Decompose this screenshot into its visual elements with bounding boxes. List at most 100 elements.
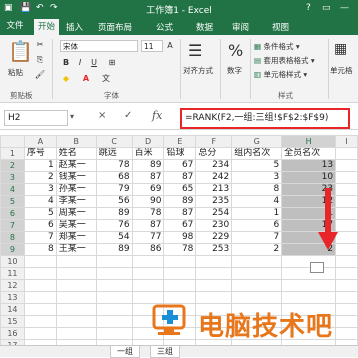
cell[interactable]: [335, 243, 358, 256]
tab-insert[interactable]: 插入: [66, 21, 83, 33]
cell[interactable]: [95, 327, 133, 340]
formula-input[interactable]: =RANK(F2,一组:三组!$F$2:$F$9): [180, 108, 350, 129]
font-color-icon[interactable]: A: [80, 73, 92, 85]
tab-formulas[interactable]: 公式: [156, 21, 173, 33]
cell[interactable]: [335, 231, 358, 244]
cell[interactable]: [231, 279, 283, 292]
cell[interactable]: 7: [231, 231, 283, 244]
cell[interactable]: [131, 267, 165, 280]
font-size-select[interactable]: 11: [141, 40, 163, 52]
confirm-entry-button[interactable]: ✓: [124, 110, 132, 121]
cell[interactable]: [335, 207, 358, 220]
italic-button[interactable]: I: [74, 57, 86, 69]
column-header[interactable]: C: [95, 135, 133, 148]
cell[interactable]: 李某一: [55, 195, 97, 208]
row-header[interactable]: 5: [0, 195, 25, 208]
name-box[interactable]: H2: [4, 110, 68, 126]
cell[interactable]: [281, 267, 337, 280]
row-header[interactable]: 7: [0, 219, 25, 232]
minimize-icon[interactable]: —: [340, 3, 349, 13]
cell[interactable]: 87: [163, 171, 197, 184]
cell[interactable]: [23, 255, 57, 268]
cell[interactable]: 77: [131, 231, 165, 244]
row-header[interactable]: 13: [0, 291, 25, 304]
cell[interactable]: 跳远: [95, 147, 133, 160]
selected-cell[interactable]: 10: [281, 171, 337, 184]
cell[interactable]: 郑某一: [55, 231, 97, 244]
cell[interactable]: 87: [131, 219, 165, 232]
row-header[interactable]: 8: [0, 231, 25, 244]
help-icon[interactable]: ?: [306, 3, 311, 13]
cell[interactable]: 213: [195, 183, 233, 196]
name-box-dropdown-icon[interactable]: ▾: [70, 112, 74, 121]
cell[interactable]: 孙某一: [55, 183, 97, 196]
cell[interactable]: [335, 219, 358, 232]
tab-review[interactable]: 审阅: [232, 21, 249, 33]
cell[interactable]: 吴某一: [55, 219, 97, 232]
cell[interactable]: [55, 303, 97, 316]
cell[interactable]: 1: [231, 207, 283, 220]
cell[interactable]: 242: [195, 171, 233, 184]
cell[interactable]: [335, 327, 358, 340]
cell[interactable]: 2: [23, 171, 57, 184]
cell[interactable]: [95, 291, 133, 304]
conditional-format-button[interactable]: ▦ 条件格式 ▾: [254, 41, 300, 52]
row-header[interactable]: 3: [0, 171, 25, 184]
cell[interactable]: [95, 267, 133, 280]
cell[interactable]: [231, 291, 283, 304]
tab-data[interactable]: 数据: [196, 21, 213, 33]
cell[interactable]: [335, 183, 358, 196]
cell[interactable]: 56: [95, 195, 133, 208]
column-header[interactable]: A: [23, 135, 57, 148]
column-header[interactable]: B: [55, 135, 97, 148]
increase-font-icon[interactable]: A: [164, 40, 176, 52]
cell[interactable]: 69: [131, 183, 165, 196]
cut-icon[interactable]: ✂: [34, 39, 46, 51]
paste-icon[interactable]: 📋: [8, 39, 33, 63]
cell[interactable]: [163, 255, 197, 268]
cell[interactable]: 234: [195, 159, 233, 172]
cell[interactable]: [95, 315, 133, 328]
cell[interactable]: 67: [163, 159, 197, 172]
format-painter-icon[interactable]: 🖌: [34, 69, 46, 81]
phonetic-icon[interactable]: 文: [100, 73, 112, 85]
cell[interactable]: 5: [23, 207, 57, 220]
cell[interactable]: [195, 255, 233, 268]
cell[interactable]: [55, 327, 97, 340]
cell[interactable]: 总分: [195, 147, 233, 160]
cell[interactable]: 54: [95, 231, 133, 244]
cell[interactable]: [335, 315, 358, 328]
cell[interactable]: 姓名: [55, 147, 97, 160]
cell[interactable]: 5: [231, 159, 283, 172]
cell[interactable]: 87: [131, 171, 165, 184]
select-all-corner[interactable]: [0, 135, 25, 148]
cell[interactable]: [55, 267, 97, 280]
cells-icon[interactable]: ▦: [334, 41, 347, 57]
cell[interactable]: 235: [195, 195, 233, 208]
cell[interactable]: 百米: [131, 147, 165, 160]
copy-icon[interactable]: ⎘: [34, 54, 46, 66]
cell[interactable]: 8: [231, 183, 283, 196]
cell[interactable]: 钱某一: [55, 171, 97, 184]
cell[interactable]: [231, 267, 283, 280]
cell[interactable]: [55, 315, 97, 328]
cell[interactable]: 89: [95, 243, 133, 256]
cell[interactable]: 序号: [23, 147, 57, 160]
number-button[interactable]: 数字: [227, 65, 242, 76]
cell[interactable]: 68: [95, 171, 133, 184]
column-header[interactable]: G: [231, 135, 283, 148]
column-header[interactable]: I: [335, 135, 358, 148]
cell[interactable]: [335, 255, 358, 268]
selected-cell[interactable]: 13: [281, 159, 337, 172]
row-header[interactable]: 1: [0, 147, 25, 160]
sheet-tab[interactable]: 一组: [110, 346, 140, 358]
cell[interactable]: [195, 267, 233, 280]
cell[interactable]: 4: [231, 195, 283, 208]
tab-file[interactable]: 文件: [0, 18, 30, 35]
cell[interactable]: 90: [131, 195, 165, 208]
cell[interactable]: 78: [95, 159, 133, 172]
cell[interactable]: [23, 291, 57, 304]
fill-color-icon[interactable]: ◆: [60, 73, 72, 85]
row-header[interactable]: 6: [0, 207, 25, 220]
cell[interactable]: 周某一: [55, 207, 97, 220]
